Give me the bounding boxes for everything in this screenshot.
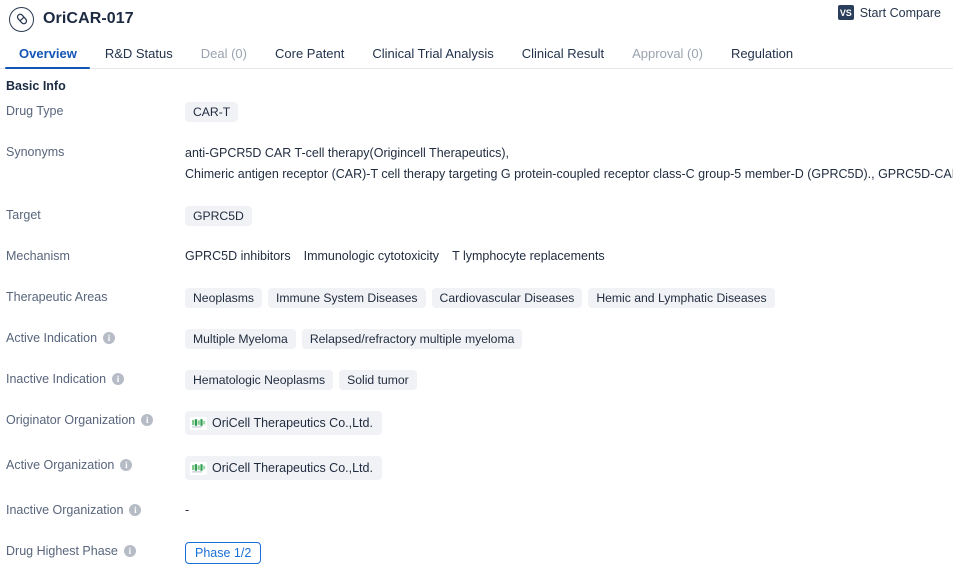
field-value: GPRC5D inhibitors Immunologic cytotoxici…: [185, 247, 953, 265]
label-text: Drug Highest Phase: [6, 544, 118, 558]
tab-bar: Overview R&D Status Deal (0) Core Patent…: [0, 38, 953, 69]
label-text: Originator Organization: [6, 413, 136, 427]
field-row-therapeutic-areas: Therapeutic Areas Neoplasms Immune Syste…: [0, 288, 953, 308]
synonym-line-2-wrap: Chimeric antigen receptor (CAR)-T cell t…: [185, 164, 953, 185]
field-label: Inactive Indication i: [0, 370, 185, 388]
field-label: Drug Highest Phase i: [0, 542, 185, 560]
mechanism-list: GPRC5D inhibitors Immunologic cytotoxici…: [185, 247, 605, 265]
label-text: Active Organization: [6, 458, 115, 472]
field-row-inactive-organization: Inactive Organization i -: [0, 501, 953, 521]
tab-approval[interactable]: Approval (0): [618, 47, 717, 68]
tab-clinical-result[interactable]: Clinical Result: [508, 47, 618, 68]
tag-therapeutic-area[interactable]: Hemic and Lymphatic Diseases: [588, 288, 775, 308]
mechanism-item[interactable]: Immunologic cytotoxicity: [304, 247, 439, 265]
field-label: Inactive Organization i: [0, 501, 185, 519]
pill-capsule-icon: [9, 6, 34, 32]
synonym-line-1: anti-GPCR5D CAR T-cell therapy(Origincel…: [185, 146, 509, 160]
field-value: OriCell Therapeutics Co.,Ltd.: [185, 411, 953, 435]
title-group: OriCAR-017: [9, 6, 134, 32]
field-label: Drug Type: [0, 102, 185, 120]
field-label: Active Organization i: [0, 456, 185, 474]
org-name: OriCell Therapeutics Co.,Ltd.: [212, 416, 373, 430]
org-tag-originator[interactable]: OriCell Therapeutics Co.,Ltd.: [185, 411, 382, 435]
field-value: Hematologic Neoplasms Solid tumor: [185, 370, 953, 390]
tab-deal[interactable]: Deal (0): [187, 47, 261, 68]
label-text: Synonyms: [6, 145, 65, 159]
tag-therapeutic-area[interactable]: Cardiovascular Diseases: [431, 288, 583, 308]
basic-info-section: Basic Info Drug Type CAR-T Synonyms anti…: [0, 69, 953, 587]
tag-inactive-indication[interactable]: Solid tumor: [339, 370, 417, 390]
label-text: Inactive Organization: [6, 503, 124, 517]
status-badge-phase[interactable]: Phase 1/2: [185, 542, 262, 564]
field-row-target: Target GPRC5D: [0, 206, 953, 226]
label-text: Target: [6, 208, 41, 222]
section-title: Basic Info: [6, 79, 66, 93]
page-title: OriCAR-017: [43, 10, 134, 27]
label-text: Active Indication: [6, 331, 98, 345]
field-label: Synonyms: [0, 143, 185, 161]
tab-core-patent[interactable]: Core Patent: [261, 47, 358, 68]
oricell-logo-icon: [190, 416, 207, 430]
field-row-mechanism: Mechanism GPRC5D inhibitors Immunologic …: [0, 247, 953, 267]
field-value: anti-GPCR5D CAR T-cell therapy(Origincel…: [185, 143, 953, 185]
field-value: Neoplasms Immune System Diseases Cardiov…: [185, 288, 953, 308]
oricell-logo-icon: [190, 461, 207, 475]
label-text: Drug Type: [6, 104, 64, 118]
field-value: Phase 1/2: [185, 542, 953, 564]
tag-active-indication[interactable]: Multiple Myeloma: [185, 329, 296, 349]
field-row-active-organization: Active Organization i OriCell Therapeuti…: [0, 456, 953, 480]
field-row-inactive-indication: Inactive Indication i Hematologic Neopla…: [0, 370, 953, 390]
info-icon[interactable]: i: [103, 332, 116, 344]
field-value: CAR-T: [185, 102, 953, 122]
empty-value: -: [185, 503, 190, 517]
tab-clinical-trial-analysis[interactable]: Clinical Trial Analysis: [358, 47, 507, 68]
field-value: OriCell Therapeutics Co.,Ltd.: [185, 456, 953, 480]
synonym-line-2: Chimeric antigen receptor (CAR)-T cell t…: [185, 167, 953, 181]
tab-regulation[interactable]: Regulation: [717, 47, 807, 68]
field-row-active-indication: Active Indication i Multiple Myeloma Rel…: [0, 329, 953, 349]
mechanism-item[interactable]: GPRC5D inhibitors: [185, 247, 291, 265]
tag-gprc5d[interactable]: GPRC5D: [185, 206, 252, 226]
info-icon[interactable]: i: [129, 504, 142, 516]
tag-car-t[interactable]: CAR-T: [185, 102, 239, 122]
page-header: OriCAR-017 VS Start Compare: [0, 0, 953, 38]
tab-overview[interactable]: Overview: [5, 47, 91, 69]
vs-icon: VS: [837, 5, 854, 20]
field-value: Multiple Myeloma Relapsed/refractory mul…: [185, 329, 953, 349]
field-row-drug-highest-phase: Drug Highest Phase i Phase 1/2: [0, 542, 953, 564]
field-value: -: [185, 501, 953, 519]
label-text: Inactive Indication: [6, 372, 107, 386]
mechanism-item[interactable]: T lymphocyte replacements: [452, 247, 605, 265]
label-text: Therapeutic Areas: [6, 290, 108, 304]
tag-active-indication[interactable]: Relapsed/refractory multiple myeloma: [301, 329, 523, 349]
tag-inactive-indication[interactable]: Hematologic Neoplasms: [185, 370, 334, 390]
field-value: GPRC5D: [185, 206, 953, 226]
tag-therapeutic-area[interactable]: Neoplasms: [185, 288, 262, 308]
info-icon[interactable]: i: [112, 373, 125, 385]
drug-detail-page: OriCAR-017 VS Start Compare Overview R&D…: [0, 0, 953, 587]
field-label: Target: [0, 206, 185, 224]
field-label: Originator Organization i: [0, 411, 185, 429]
field-row-drug-type: Drug Type CAR-T: [0, 102, 953, 122]
field-label: Active Indication i: [0, 329, 185, 347]
tag-therapeutic-area[interactable]: Immune System Diseases: [267, 288, 426, 308]
tab-rd-status[interactable]: R&D Status: [91, 47, 187, 68]
info-icon[interactable]: i: [120, 459, 133, 471]
field-label: Therapeutic Areas: [0, 288, 185, 306]
start-compare-button[interactable]: VS Start Compare: [837, 5, 941, 20]
info-icon[interactable]: i: [123, 545, 136, 557]
org-tag-active[interactable]: OriCell Therapeutics Co.,Ltd.: [185, 456, 382, 480]
start-compare-label: Start Compare: [859, 5, 941, 20]
label-text: Mechanism: [6, 249, 70, 263]
info-icon[interactable]: i: [141, 414, 154, 426]
org-name: OriCell Therapeutics Co.,Ltd.: [212, 461, 373, 475]
field-row-originator-organization: Originator Organization i OriCell Therap…: [0, 411, 953, 435]
field-label: Mechanism: [0, 247, 185, 265]
field-row-synonyms: Synonyms anti-GPCR5D CAR T-cell therapy(…: [0, 143, 953, 185]
